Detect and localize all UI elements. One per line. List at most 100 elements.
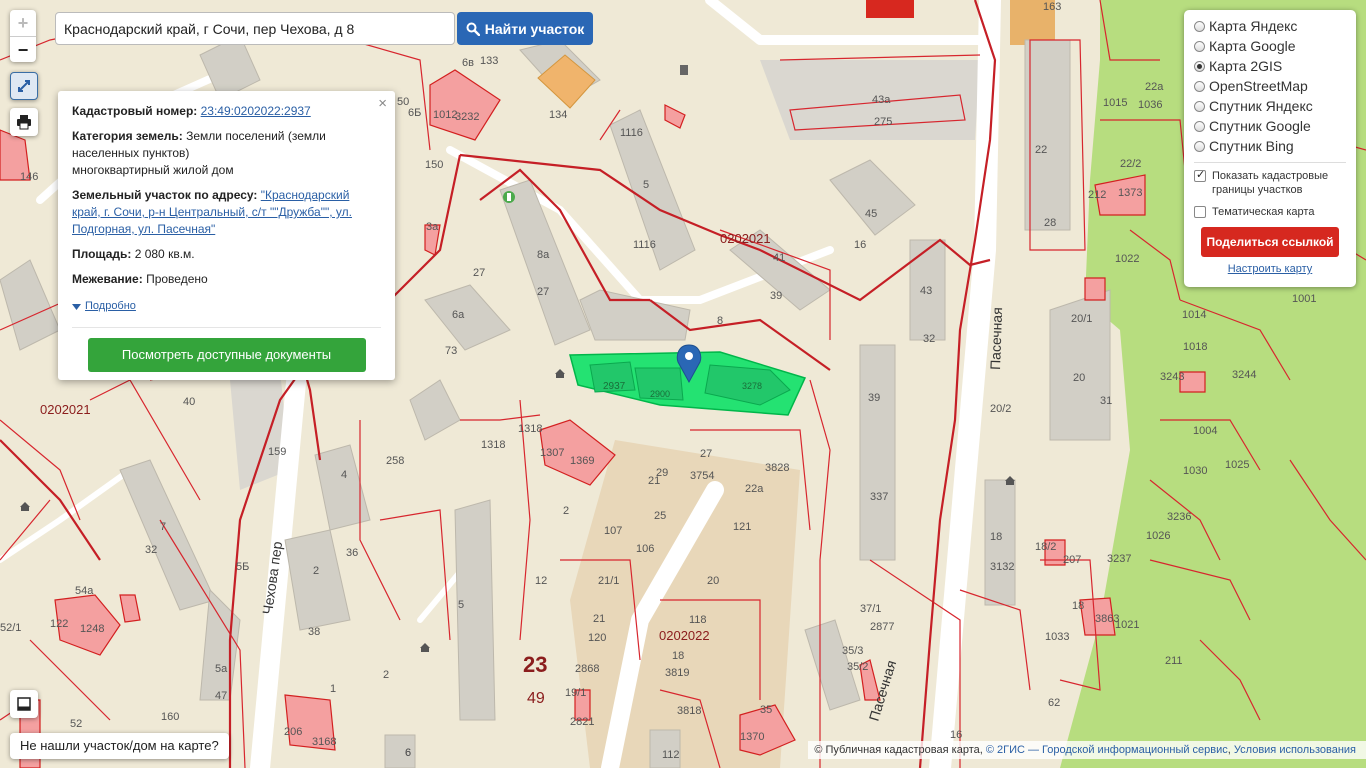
layer-option[interactable]: Карта 2GIS (1194, 56, 1346, 76)
map-number-label: 121 (733, 521, 751, 533)
layer-option-label: OpenStreetMap (1209, 78, 1308, 94)
map-number-label: 6Б (408, 107, 421, 119)
layer-option-label: Спутник Bing (1209, 138, 1294, 154)
layer-radio[interactable] (1194, 100, 1205, 112)
thematic-map-toggle[interactable]: Тематическая карта (1194, 205, 1346, 219)
map-number-label: 3232 (455, 111, 479, 123)
layer-option-label: Карта Google (1209, 38, 1296, 54)
map-number-label: 3168 (312, 736, 336, 748)
area-label: Площадь: (72, 247, 132, 261)
map-number-label: 5а (215, 663, 228, 675)
layer-option[interactable]: OpenStreetMap (1194, 76, 1346, 96)
map-number-label: 6в (462, 57, 474, 69)
map-number-label: 21/1 (598, 575, 619, 587)
show-borders-checkbox[interactable] (1194, 168, 1206, 182)
map-number-label: 22а (1145, 81, 1164, 93)
map-number-label: 5Б (236, 561, 249, 573)
quarter-label: 0202021 (720, 231, 771, 246)
map-number-label: 19/1 (565, 687, 586, 699)
parcel-label-1: 2937 (603, 381, 626, 392)
map-number-label: 1116 (633, 239, 656, 251)
close-icon[interactable]: × (378, 95, 387, 112)
map-number-label: 2 (383, 669, 389, 681)
map-number-label: 160 (161, 711, 179, 723)
map-number-label: 28 (1044, 217, 1056, 229)
map-number-label: 3132 (990, 561, 1014, 573)
layer-options: Карта Яндекс Карта Google Карта 2GIS OpenSt… (1194, 16, 1346, 156)
configure-map-link[interactable]: Настроить карту (1194, 263, 1346, 275)
address-search-input[interactable]: Краснодарский край, г Сочи, пер Чехова, … (55, 12, 455, 45)
map-number-label: 39 (770, 290, 782, 302)
map-number-label: 2 (563, 505, 569, 517)
fullscreen-button[interactable] (10, 72, 38, 100)
layer-option-label: Спутник Google (1209, 118, 1311, 134)
map-number-label: 107 (604, 525, 622, 537)
layer-option[interactable]: Спутник Яндекс (1194, 96, 1346, 116)
parcel-info-popup: × Кадастровый номер: 23:49:0202022:2937 … (58, 91, 395, 380)
report-missing-button[interactable]: Не нашли участок/дом на карте? (10, 733, 229, 759)
map-number-label: 3а (426, 221, 439, 233)
layer-radio[interactable] (1194, 40, 1205, 52)
details-label: Подробно (85, 300, 136, 312)
layer-radio[interactable] (1194, 20, 1205, 32)
map-number-label: 52/1 (0, 622, 21, 634)
show-borders-toggle[interactable]: Показать кадастровые границы участков (1194, 168, 1346, 197)
map-number-label: 1 (330, 683, 336, 695)
map-number-label: 1004 (1193, 425, 1217, 437)
cad-number-link[interactable]: 23:49:0202022:2937 (201, 104, 311, 118)
cad-label: Кадастровый номер: (72, 104, 198, 118)
layer-radio[interactable] (1194, 80, 1205, 92)
map-number-label: 20 (1073, 372, 1085, 384)
layer-radio[interactable] (1194, 120, 1205, 132)
layer-option[interactable]: Карта Google (1194, 36, 1346, 56)
map-number-label: 62 (1048, 697, 1060, 709)
map-number-label: 146 (20, 171, 38, 183)
map-number-label: 1001 (1292, 293, 1316, 305)
district-label: 23 (523, 652, 547, 677)
parcel-label-3: 3278 (742, 381, 762, 391)
map-number-label: 21 (648, 475, 660, 487)
attribution-prefix: © Публичная кадастровая карта, (814, 744, 983, 756)
map-number-label: 1373 (1118, 187, 1142, 199)
layer-radio[interactable] (1194, 60, 1205, 72)
map-number-label: 18/2 (1035, 541, 1056, 553)
map-number-label: 1248 (80, 623, 104, 635)
map-number-label: 4 (341, 469, 347, 481)
map-number-label: 43а (872, 94, 891, 106)
map-number-label: 32 (145, 544, 157, 556)
map-number-label: 118 (689, 614, 707, 626)
map-number-label: 211 (1165, 655, 1183, 667)
layer-radio[interactable] (1194, 140, 1205, 152)
map-number-label: 35/2 (847, 661, 868, 673)
layer-option[interactable]: Спутник Bing (1194, 136, 1346, 156)
map-number-label: 35/3 (842, 645, 863, 657)
category-label: Категория земель: (72, 129, 183, 143)
thematic-map-checkbox[interactable] (1194, 206, 1206, 218)
map-number-label: 1036 (1138, 99, 1162, 111)
map-number-label: 275 (874, 116, 892, 128)
district-sub-label: 49 (527, 690, 545, 707)
print-button[interactable] (10, 108, 38, 136)
find-parcel-button[interactable]: Найти участок (457, 12, 593, 45)
area-value: 2 080 кв.м. (134, 247, 195, 261)
share-link-button[interactable]: Поделиться ссылкой (1201, 227, 1339, 257)
map-number-label: 5 (643, 179, 649, 191)
view-documents-button[interactable]: Посмотреть доступные документы (87, 338, 366, 372)
2gis-link[interactable]: © 2ГИС — Городской информационный сервис (986, 744, 1228, 756)
zoom-in-button[interactable]: + (10, 10, 36, 36)
layer-option[interactable]: Карта Яндекс (1194, 16, 1346, 36)
thematic-map-label: Тематическая карта (1212, 206, 1315, 218)
search-icon (466, 22, 480, 36)
layer-option[interactable]: Спутник Google (1194, 116, 1346, 136)
land-category-row: Категория земель: Земли поселений (земли… (72, 128, 381, 179)
land-use-value: многоквартирный жилой дом (72, 163, 234, 177)
map-number-label: 1021 (1115, 619, 1139, 631)
map-number-label: 2868 (575, 663, 599, 675)
map-number-label: 52 (70, 718, 82, 730)
terms-link[interactable]: Условия использования (1234, 744, 1356, 756)
popup-divider (72, 327, 381, 328)
zoom-out-button[interactable]: − (10, 36, 36, 62)
area-select-button[interactable] (10, 690, 38, 718)
map-number-label: 120 (588, 632, 606, 644)
details-toggle[interactable]: Подробно (72, 298, 381, 315)
